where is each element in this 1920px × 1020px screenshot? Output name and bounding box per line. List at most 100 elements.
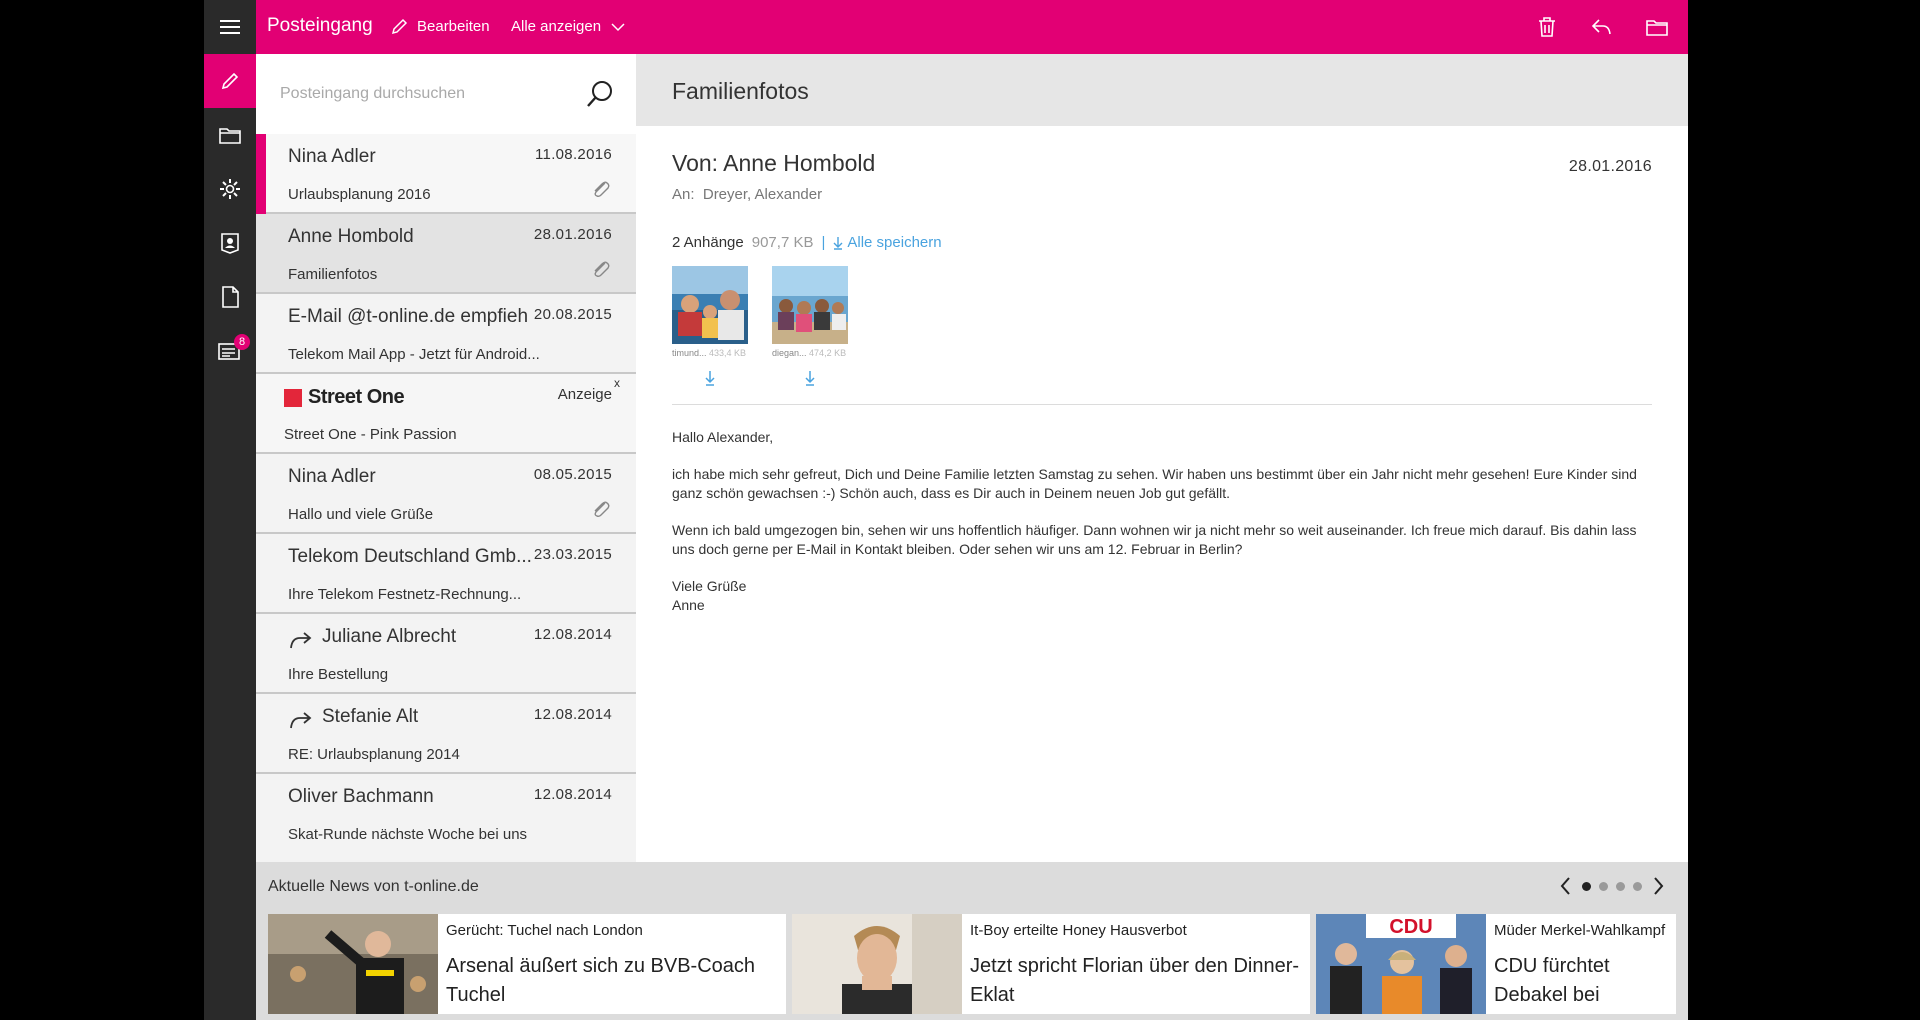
search-bar — [256, 54, 636, 134]
menu-button[interactable] — [204, 0, 256, 54]
mail-sender: E-Mail @t-online.de empfiehlt — [288, 306, 528, 327]
mail-sender: Nina Adler — [288, 146, 376, 167]
save-all-label: Alle speichern — [847, 234, 942, 251]
attachment-thumbnail[interactable] — [672, 266, 748, 344]
divider — [672, 404, 1652, 405]
hamburger-icon — [220, 20, 240, 34]
move-button[interactable] — [1642, 12, 1672, 42]
search-icon[interactable] — [584, 78, 616, 110]
body-closing: Viele Grüße — [672, 578, 747, 594]
list-item[interactable]: Nina Adler 08.05.2015 Hallo und viele Gr… — [256, 454, 636, 534]
attachments-size: 907,7 KB — [751, 234, 814, 251]
mail-subject: Ihre Telekom Festnetz-Rechnung... — [288, 586, 522, 603]
delete-button[interactable] — [1532, 12, 1562, 42]
pager-dot[interactable] — [1582, 881, 1591, 891]
mail-date: 12.08.2014 — [533, 626, 612, 643]
ad-item[interactable]: Street One Anzeige x Street One - Pink P… — [256, 374, 636, 454]
attachment-caption: diegan... 474,2 KB — [772, 348, 846, 358]
ad-brand: Street One — [308, 386, 405, 408]
body-greeting: Hallo Alexander, — [672, 429, 774, 445]
save-all-button[interactable]: Alle speichern — [833, 234, 942, 251]
download-icon[interactable] — [703, 370, 717, 386]
unread-indicator — [256, 134, 266, 214]
news-kicker: It-Boy erteilte Honey Hausverbot — [970, 922, 1187, 939]
mail-sender: Anne Hombold — [288, 226, 414, 247]
chevron-left-icon[interactable] — [1558, 876, 1574, 896]
to-recipient[interactable]: Dreyer, Alexander — [703, 186, 822, 203]
photo-thumbnail — [772, 266, 848, 344]
pencil-icon — [221, 72, 239, 90]
gear-icon — [220, 179, 240, 199]
mail-sender: Oliver Bachmann — [288, 786, 434, 807]
attachment-size: 433,4 KB — [709, 348, 747, 358]
mail-subject: Skat-Runde nächste Woche bei uns — [288, 826, 528, 843]
mail-date: 23.03.2015 — [533, 546, 612, 563]
news-badge: 8 — [234, 334, 250, 350]
contacts-button[interactable] — [204, 216, 256, 270]
mail-subject: Hallo und viele Grüße — [288, 506, 434, 523]
to-label: An: — [672, 186, 695, 203]
search-input[interactable] — [280, 78, 580, 110]
list-item[interactable]: Oliver Bachmann 12.08.2014 Skat-Runde nä… — [256, 774, 636, 854]
news-card[interactable]: Gerücht: Tuchel nach London Arsenal äuße… — [268, 914, 786, 1014]
mail-date: 11.08.2016 — [535, 146, 612, 163]
news-kicker: Müder Merkel-Wahlkampf — [1494, 922, 1666, 939]
news-strip: Aktuelle News von t-online.de Gerücht: T… — [256, 862, 1688, 1020]
download-icon[interactable] — [803, 370, 817, 386]
message-to: An: Dreyer, Alexander — [672, 186, 822, 203]
list-item[interactable]: Juliane Albrecht 12.08.2014 Ihre Bestell… — [256, 614, 636, 694]
message-from[interactable]: Von: Anne Hombold — [672, 150, 875, 177]
body-signature: Anne — [672, 597, 705, 613]
reply-button[interactable] — [1587, 12, 1617, 42]
folder-icon — [1646, 20, 1668, 36]
list-item[interactable]: Stefanie Alt 12.08.2014 RE: Urlaubsplanu… — [256, 694, 636, 774]
list-item[interactable]: Anne Hombold 28.01.2016 Familienfotos — [256, 214, 636, 294]
folder-title[interactable]: Posteingang — [267, 15, 373, 37]
chevron-right-icon[interactable] — [1650, 876, 1666, 896]
filter-dropdown[interactable]: Alle anzeigen — [511, 18, 625, 35]
forward-icon — [290, 632, 312, 649]
mail-date: 12.08.2014 — [533, 786, 612, 803]
mail-subject: Familienfotos — [288, 266, 378, 283]
message-subject: Familienfotos — [672, 78, 809, 104]
body-paragraph: Wenn ich bald umgezogen bin, sehen wir u… — [672, 522, 1637, 557]
side-rail: 8 — [204, 54, 256, 1020]
compose-button[interactable] — [204, 54, 256, 108]
pencil-icon — [391, 18, 408, 35]
mail-subject: Ihre Bestellung — [288, 666, 389, 683]
list-item[interactable]: Nina Adler 11.08.2016 Urlaubsplanung 201… — [256, 134, 636, 214]
attachment-thumbnail[interactable] — [772, 266, 848, 344]
chevron-down-icon — [611, 22, 625, 31]
list-item[interactable]: Telekom Deutschland Gmb... 23.03.2015 Ih… — [256, 534, 636, 614]
news-button[interactable]: 8 — [204, 324, 256, 378]
news-image — [268, 914, 438, 1014]
mail-subject: Urlaubsplanung 2016 — [288, 186, 431, 203]
list-item[interactable]: E-Mail @t-online.de empfiehlt 20.08.2015… — [256, 294, 636, 374]
contact-icon — [221, 233, 239, 254]
documents-button[interactable] — [204, 270, 256, 324]
attachment-caption: timund... 433,4 KB — [672, 348, 746, 358]
mail-date: 08.05.2015 — [533, 466, 612, 483]
trash-icon — [1539, 17, 1555, 37]
news-card[interactable]: It-Boy erteilte Honey Hausverbot Jetzt s… — [792, 914, 1310, 1014]
mail-date: 12.08.2014 — [533, 706, 612, 723]
news-image: CDU — [1316, 914, 1486, 1014]
document-icon — [222, 286, 239, 308]
settings-button[interactable] — [204, 162, 256, 216]
forward-icon — [290, 712, 312, 729]
attachments-summary: 2 Anhänge 907,7 KB | Alle speichern — [672, 234, 942, 251]
pager-dot[interactable] — [1633, 881, 1642, 891]
pager-dot[interactable] — [1599, 881, 1608, 891]
news-card[interactable]: CDU Müder Merkel-Wahlkampf CDU fürchtet … — [1316, 914, 1676, 1014]
folders-button[interactable] — [204, 108, 256, 162]
mail-date: 20.08.2015 — [533, 306, 612, 323]
attachment-name: diegan... — [772, 348, 807, 358]
photo-thumbnail — [672, 266, 748, 344]
pager-dot[interactable] — [1616, 881, 1625, 891]
edit-button[interactable]: Bearbeiten — [391, 17, 490, 35]
reader-header: Familienfotos — [636, 54, 1688, 126]
ad-close-button[interactable]: x — [614, 376, 620, 390]
paperclip-icon — [594, 261, 610, 278]
mail-sender: Nina Adler — [288, 466, 376, 487]
ad-text: Street One - Pink Passion — [284, 426, 457, 443]
